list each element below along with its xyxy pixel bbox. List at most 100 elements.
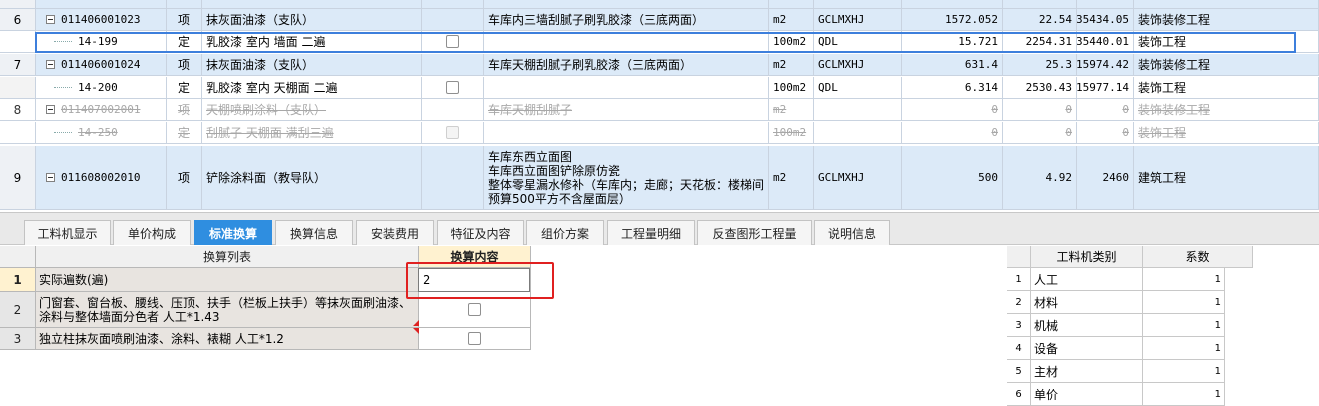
row-checkbox-cell	[422, 99, 484, 121]
row-checkbox-cell	[422, 146, 484, 210]
row-unit: 100m2	[769, 77, 814, 99]
collapse-icon[interactable]	[46, 15, 55, 24]
row-features: 车库内三墙刮腻子刷乳胶漆（三底两面）	[484, 9, 769, 31]
row-quantity: 631.4	[902, 54, 1003, 76]
table-row[interactable]: 6 011406001023 项抹灰面油漆（支队） 车库内三墙刮腻子刷乳胶漆（三底两面…	[0, 9, 1319, 31]
coefficient-row[interactable]: 5 主材 1	[1007, 360, 1319, 383]
row-name: 抹灰面油漆（支队）	[202, 9, 422, 31]
conversion-checkbox[interactable]	[468, 303, 481, 316]
row-major: 建筑工程	[1134, 146, 1319, 210]
tab-6[interactable]: 特征及内容	[437, 220, 524, 245]
row-unit: m2	[769, 9, 814, 31]
conversion-checkbox[interactable]	[468, 332, 481, 345]
row-code: 14-199	[78, 35, 118, 48]
row-total-price: 15974.42	[1077, 54, 1134, 76]
collapse-icon[interactable]	[46, 60, 55, 69]
tab-9[interactable]: 反查图形工程量	[697, 220, 812, 245]
coefficient-row[interactable]: 3 机械 1	[1007, 314, 1319, 337]
row-features	[484, 122, 769, 144]
coefficient-row[interactable]: 1 人工 1	[1007, 268, 1319, 291]
tab-3[interactable]: 标准换算	[194, 220, 272, 245]
tab-4[interactable]: 换算信息	[275, 220, 353, 245]
conversion-row-value-cell[interactable]	[419, 292, 531, 328]
row-index	[0, 122, 36, 144]
row-features: 车库天棚刮腻子刷乳胶漆（三底两面）	[484, 54, 769, 76]
table-row[interactable]: 14-250 定刮腻子 天棚面 满刮三遍 100m2 0 0 0 装饰工程	[0, 122, 1319, 144]
coefficient-row-index: 3	[1007, 314, 1031, 337]
row-unit: m2	[769, 99, 814, 121]
row-code: 011407002001	[61, 103, 141, 116]
row-quantity: 1572.052	[902, 9, 1003, 31]
table-cell	[167, 0, 202, 9]
tab-1[interactable]: 工料机显示	[24, 220, 111, 245]
conversion-row[interactable]: 2 门窗套、窗台板、腰线、压顶、扶手（栏板上扶手）等抹灰面刷油漆、涂料与整体墙面…	[0, 292, 531, 328]
row-unit-price: 2254.31	[1003, 31, 1077, 53]
row-code: 011406001024	[61, 58, 141, 71]
row-unit-price: 0	[1003, 122, 1077, 144]
coefficient-type: 主材	[1031, 360, 1143, 383]
row-unit: 100m2	[769, 31, 814, 53]
row-name: 天棚喷刷涂料（支队）	[202, 99, 422, 121]
row-quantity-expression: GCLMXHJ	[814, 146, 902, 210]
conversion-row-text: 独立柱抹灰面喷刷油漆、涂料、裱糊 人工*1.2	[36, 328, 419, 350]
conversion-row-index: 2	[0, 292, 36, 328]
row-total-price: 35440.01	[1077, 31, 1134, 53]
feature-line: 车库内三墙刮腻子刷乳胶漆（三底两面）	[488, 13, 705, 27]
row-major: 装饰装修工程	[1134, 99, 1319, 121]
row-kind: 项	[167, 54, 202, 76]
row-checkbox[interactable]	[446, 126, 459, 139]
tab-7[interactable]: 组价方案	[526, 220, 604, 245]
table-row[interactable]: 14-200 定乳胶漆 室内 天棚面 二遍 100m2 QDL 6.314 2530.43…	[0, 77, 1319, 99]
conversion-row-value-cell[interactable]	[419, 328, 531, 350]
coefficient-row-index: 4	[1007, 337, 1031, 360]
tab-10[interactable]: 说明信息	[814, 220, 890, 245]
tab-8[interactable]: 工程量明细	[607, 220, 695, 245]
coefficient-row-index: 6	[1007, 383, 1031, 406]
row-checkbox-cell	[422, 77, 484, 99]
table-cell	[1134, 0, 1319, 9]
collapse-icon[interactable]	[46, 173, 55, 182]
table-cell	[202, 0, 422, 9]
table-row[interactable]: 8 011407002001 项天棚喷刷涂料（支队） 车库天棚刮腻子 m2 0 0 0 装饰装修…	[0, 99, 1319, 121]
coefficient-header-cell: 系数	[1143, 246, 1253, 268]
row-quantity: 6.314	[902, 77, 1003, 99]
repeat-count-input[interactable]	[418, 268, 530, 292]
table-row[interactable]: 9 011608002010 项铲除涂料面（教导队） 车库东西立面图 车库西立面图铲除原…	[0, 146, 1319, 210]
row-code: 011406001023	[61, 13, 141, 26]
coefficient-row[interactable]: 4 设备 1	[1007, 337, 1319, 360]
collapse-icon[interactable]	[46, 105, 55, 114]
row-kind: 项	[167, 9, 202, 31]
table-cell	[769, 0, 814, 9]
tab-5[interactable]: 安装费用	[356, 220, 434, 245]
row-code-cell: 14-250	[36, 122, 167, 144]
table-row[interactable]: 14-199 定乳胶漆 室内 墙面 二遍 100m2 QDL 15.721 2254.31…	[0, 31, 1319, 53]
row-unit: m2	[769, 54, 814, 76]
coefficient-header-row: 工料机类别 系数	[1007, 246, 1319, 268]
coefficient-row[interactable]: 6 单价 1	[1007, 383, 1319, 406]
row-major: 装饰装修工程	[1134, 9, 1319, 31]
row-quantity: 15.721	[902, 31, 1003, 53]
coefficient-value: 1	[1143, 268, 1225, 291]
row-total-price: 0	[1077, 99, 1134, 121]
table-row[interactable]: 7 011406001024 项抹灰面油漆（支队） 车库天棚刮腻子刷乳胶漆（三底两面）…	[0, 54, 1319, 76]
row-quantity: 0	[902, 99, 1003, 121]
conversion-row[interactable]: 3 独立柱抹灰面喷刷油漆、涂料、裱糊 人工*1.2	[0, 328, 531, 350]
row-kind: 项	[167, 99, 202, 121]
coefficient-type: 机械	[1031, 314, 1143, 337]
row-checkbox[interactable]	[446, 81, 459, 94]
table-cell	[422, 0, 484, 9]
row-quantity: 500	[902, 146, 1003, 210]
row-unit: 100m2	[769, 122, 814, 144]
tab-2[interactable]: 单价构成	[113, 220, 191, 245]
row-code-cell: 14-199	[36, 31, 167, 53]
coefficient-value: 1	[1143, 337, 1225, 360]
row-kind: 定	[167, 77, 202, 99]
row-index: 6	[0, 9, 36, 31]
row-checkbox-cell	[422, 122, 484, 144]
row-features	[484, 31, 769, 53]
coefficient-row[interactable]: 2 材料 1	[1007, 291, 1319, 314]
row-checkbox[interactable]	[446, 35, 459, 48]
row-name: 刮腻子 天棚面 满刮三遍	[202, 122, 422, 144]
feature-line: 车库天棚刮腻子刷乳胶漆（三底两面）	[488, 58, 693, 72]
table-row-partial	[0, 0, 1319, 9]
